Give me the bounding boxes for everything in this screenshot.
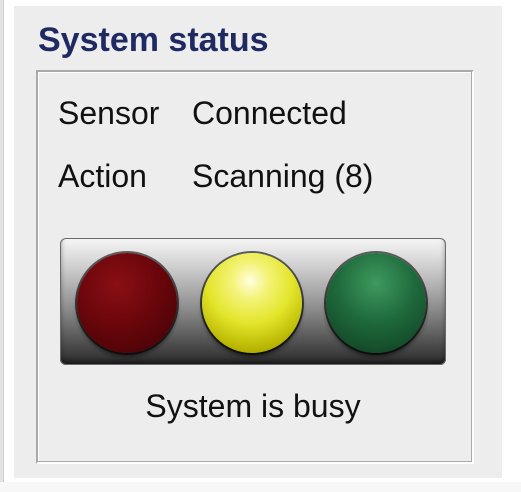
traffic-light-indicator [60,238,446,365]
status-message: System is busy [145,388,361,424]
red-light-icon [77,253,177,353]
window-border [0,0,4,492]
action-label: Action [58,158,147,194]
yellow-light-icon [202,253,302,353]
sensor-label: Sensor [58,95,160,131]
system-status-window: System status Sensor Connected Action Sc… [0,0,521,492]
action-value: Scanning (8) [192,158,374,194]
green-light-icon [326,253,426,353]
window-bottom-edge [0,482,521,492]
panel-title: System status [38,21,269,59]
sensor-value: Connected [192,95,347,131]
